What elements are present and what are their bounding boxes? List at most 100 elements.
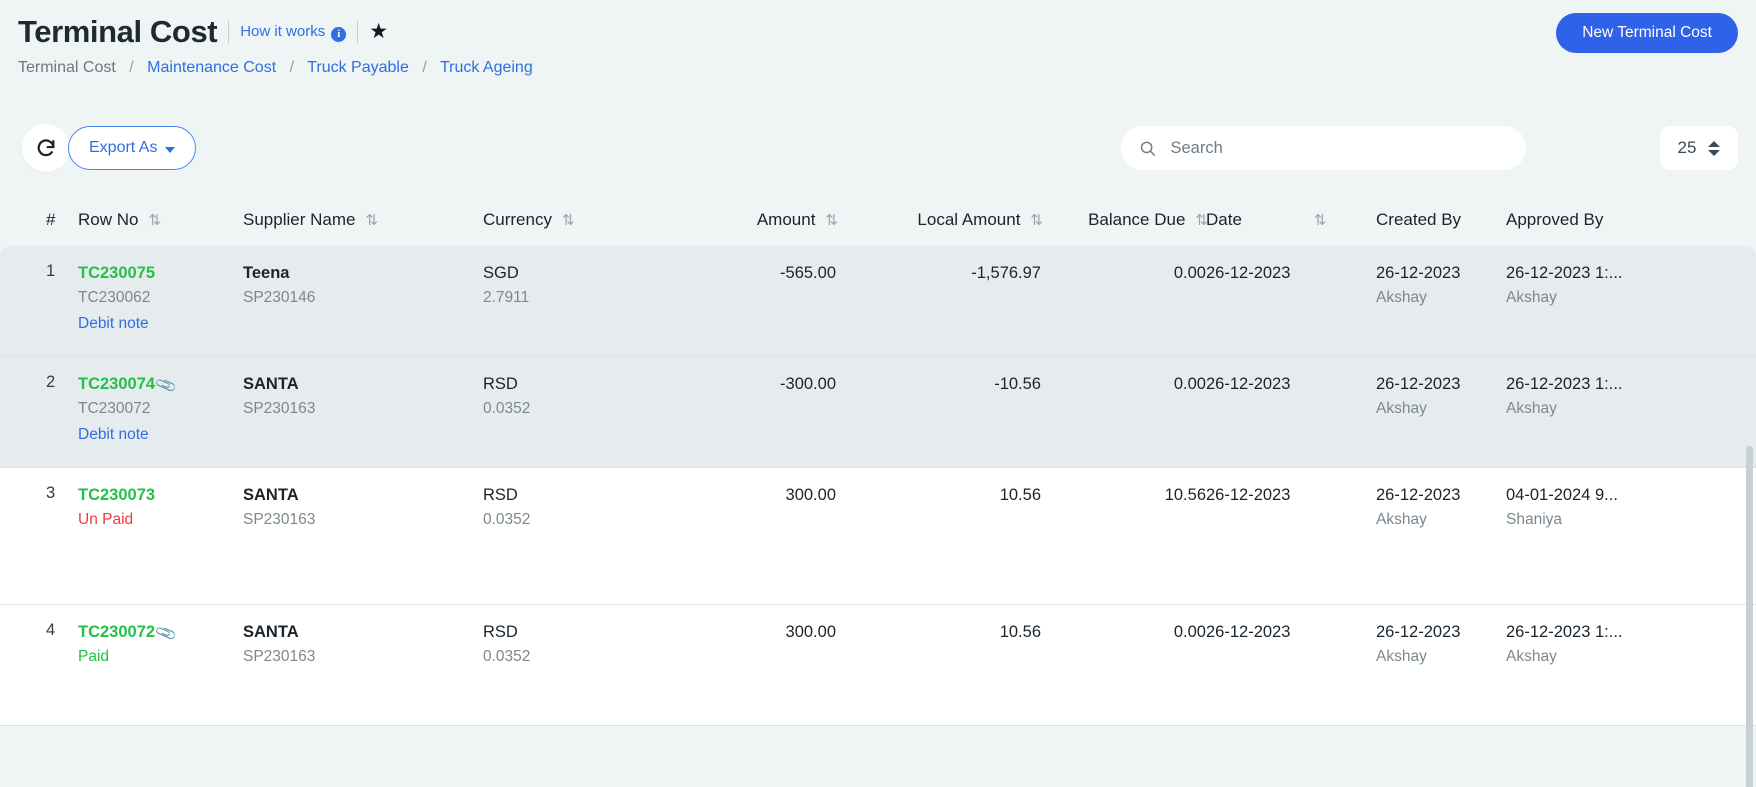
- row-index: 4: [46, 621, 56, 639]
- search-input[interactable]: [1168, 137, 1508, 159]
- currency-rate: 0.0352: [483, 648, 531, 665]
- created-by-cell: 26-12-2023 Akshay: [1376, 621, 1506, 711]
- breadcrumb-item-maintenance-cost[interactable]: Maintenance Cost: [147, 59, 276, 76]
- column-header-local-amount[interactable]: Local Amount ⇅: [836, 210, 1043, 230]
- info-icon[interactable]: i: [331, 26, 347, 42]
- local-amount-value: 10.56: [999, 623, 1041, 641]
- supplier-cell: SANTA SP230163: [243, 484, 483, 590]
- status-badge[interactable]: Debit note: [78, 311, 243, 337]
- approved-by-cell: 04-01-2024 9... Shaniya: [1506, 484, 1756, 590]
- sort-updown-icon[interactable]: ⇅: [365, 213, 378, 228]
- amount-value: -300.00: [780, 375, 836, 393]
- breadcrumb-item-truck-ageing[interactable]: Truck Ageing: [440, 59, 533, 76]
- supplier-code: SP230163: [243, 400, 316, 417]
- supplier-name: Teena: [243, 264, 290, 282]
- status-badge: Paid: [78, 648, 110, 665]
- row-no-link[interactable]: TC230075: [78, 262, 155, 285]
- supplier-cell: SANTA SP230163: [243, 373, 483, 453]
- star-filled-icon[interactable]: ★: [369, 21, 388, 42]
- created-by-user: Akshay: [1376, 289, 1427, 306]
- sort-updown-icon[interactable]: ⇅: [1030, 213, 1043, 228]
- row-no-link[interactable]: TC230072 📎: [78, 621, 178, 645]
- currency-cell: RSD 0.0352: [483, 621, 680, 711]
- how-it-works-link[interactable]: How it works i: [240, 22, 347, 42]
- currency-cell: RSD 0.0352: [483, 484, 680, 590]
- local-amount-value: -1,576.97: [971, 264, 1041, 282]
- refresh-icon: [37, 139, 55, 157]
- column-label-amount: Amount: [756, 210, 816, 229]
- column-header-row-no[interactable]: Row No ⇅: [78, 210, 243, 230]
- sort-updown-icon[interactable]: ⇅: [1314, 213, 1327, 228]
- approved-by-cell: 26-12-2023 1:... Akshay: [1506, 373, 1756, 453]
- approved-by-user: Akshay: [1506, 648, 1557, 665]
- amount-value: 300.00: [785, 623, 836, 641]
- page-size-selector[interactable]: 25: [1660, 126, 1738, 170]
- status-badge[interactable]: Debit note: [78, 422, 243, 448]
- column-header-amount[interactable]: Amount ⇅: [680, 210, 838, 230]
- table-row[interactable]: 1 TC230075 TC230062 Debit note Teena SP2…: [0, 246, 1756, 357]
- sort-updown-icon[interactable]: ⇅: [825, 213, 838, 228]
- approved-by-user: Shaniya: [1506, 511, 1563, 528]
- column-header-balance-due[interactable]: Balance Due ⇅: [1041, 210, 1208, 230]
- balance-due-value: 0.00: [1173, 264, 1206, 282]
- table-row[interactable]: 2 TC230074 📎 TC230072 Debit note SANTA S…: [0, 357, 1756, 468]
- supplier-code: SP230146: [243, 289, 316, 306]
- column-header-index: #: [46, 210, 56, 229]
- sort-updown-icon[interactable]: ⇅: [1195, 213, 1208, 228]
- new-terminal-cost-button[interactable]: New Terminal Cost: [1556, 13, 1738, 53]
- date-value: 26-12-2023: [1206, 623, 1291, 641]
- search-box[interactable]: [1121, 126, 1526, 170]
- created-by-user: Akshay: [1376, 511, 1427, 528]
- table-body: 1 TC230075 TC230062 Debit note Teena SP2…: [0, 246, 1756, 726]
- spinner-arrows-icon[interactable]: [1708, 140, 1721, 156]
- approved-by-user: Akshay: [1506, 400, 1557, 417]
- sort-updown-icon[interactable]: ⇅: [148, 213, 161, 228]
- row-no-value: TC230072: [78, 623, 156, 641]
- row-no-link[interactable]: TC230073: [78, 484, 155, 507]
- approved-by-cell: 26-12-2023 1:... Akshay: [1506, 621, 1756, 711]
- row-no-cell: TC230072 📎 Paid: [78, 621, 243, 711]
- attachment-paperclip-icon[interactable]: 📎: [153, 371, 180, 400]
- breadcrumb-item-terminal-cost[interactable]: Terminal Cost: [18, 59, 116, 76]
- column-header-currency[interactable]: Currency ⇅: [483, 210, 680, 230]
- column-header-supplier-name[interactable]: Supplier Name ⇅: [243, 210, 483, 230]
- created-by-date: 26-12-2023: [1376, 264, 1461, 282]
- date-cell: 26-12-2023: [1206, 373, 1376, 453]
- column-header-date[interactable]: Date ⇅: [1206, 210, 1376, 230]
- page-title: Terminal Cost: [18, 14, 218, 49]
- page-size-value: 25: [1677, 138, 1697, 157]
- created-by-date: 26-12-2023: [1376, 375, 1461, 393]
- breadcrumb: Terminal Cost / Maintenance Cost / Truck…: [18, 56, 533, 80]
- row-no-cell: TC230073 Un Paid: [78, 484, 243, 590]
- chevron-down-icon: [1708, 149, 1721, 156]
- vertical-scrollbar-thumb[interactable]: [1746, 446, 1753, 787]
- approved-by-user: Akshay: [1506, 289, 1557, 306]
- table-row[interactable]: 3 TC230073 Un Paid SANTA SP230163 RSD 0.…: [0, 468, 1756, 605]
- currency-code: RSD: [483, 623, 518, 641]
- status-badge: Un Paid: [78, 511, 134, 528]
- approved-by-date: 26-12-2023 1:...: [1506, 264, 1623, 282]
- refresh-button[interactable]: [22, 124, 70, 172]
- sort-updown-icon[interactable]: ⇅: [562, 213, 575, 228]
- row-no-sub: TC230062: [78, 289, 151, 306]
- created-by-date: 26-12-2023: [1376, 486, 1461, 504]
- approved-by-date: 26-12-2023 1:...: [1506, 375, 1623, 393]
- date-value: 26-12-2023: [1206, 264, 1291, 282]
- supplier-name: SANTA: [243, 486, 299, 504]
- approved-by-date: 26-12-2023 1:...: [1506, 623, 1623, 641]
- breadcrumb-item-truck-payable[interactable]: Truck Payable: [307, 59, 409, 76]
- row-no-value: TC230073: [78, 486, 156, 504]
- export-as-button[interactable]: Export As: [68, 126, 197, 170]
- supplier-code: SP230163: [243, 648, 316, 665]
- created-by-cell: 26-12-2023 Akshay: [1376, 484, 1506, 590]
- row-index: 3: [46, 484, 56, 502]
- date-value: 26-12-2023: [1206, 486, 1291, 504]
- row-no-link[interactable]: TC230074 📎: [78, 373, 178, 397]
- column-label-balance-due: Balance Due: [1088, 210, 1186, 229]
- balance-due-value: 0.00: [1173, 623, 1206, 641]
- chevron-down-icon: [165, 147, 176, 153]
- search-icon: [1140, 141, 1156, 156]
- table-row[interactable]: 4 TC230072 📎 Paid SANTA SP230163 RSD 0.0…: [0, 605, 1756, 726]
- attachment-paperclip-icon[interactable]: 📎: [153, 619, 180, 648]
- currency-rate: 2.7911: [483, 289, 530, 306]
